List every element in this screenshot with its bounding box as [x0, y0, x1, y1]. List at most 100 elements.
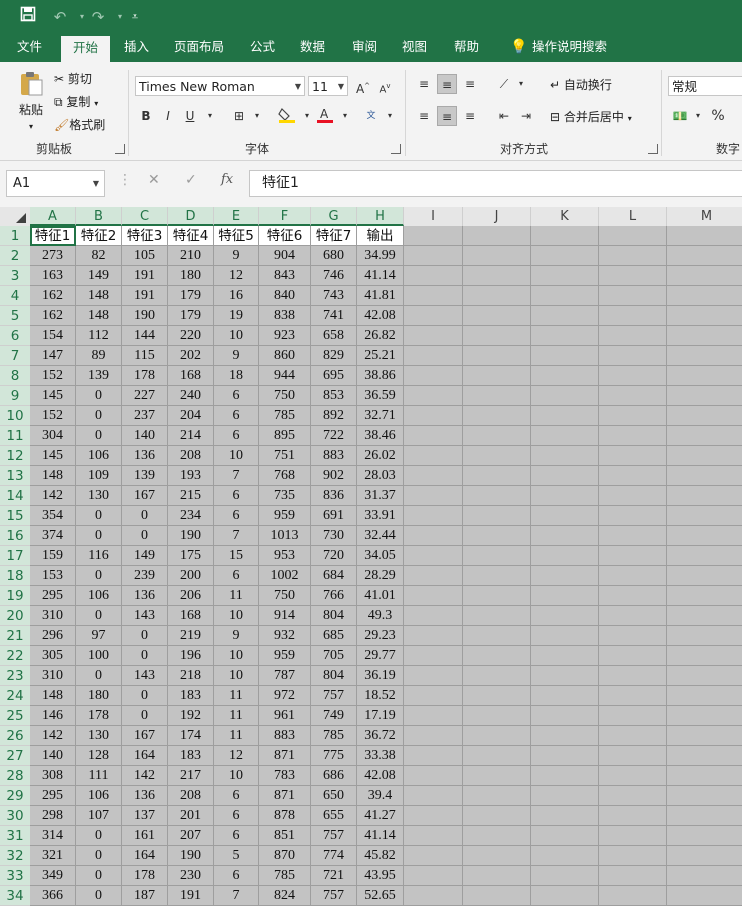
data-cell[interactable]: 296: [30, 626, 76, 646]
align-top-icon[interactable]: ≡: [414, 74, 434, 94]
tab-help[interactable]: 帮助: [454, 34, 479, 62]
data-cell[interactable]: 45.82: [357, 846, 404, 866]
data-cell[interactable]: 239: [122, 566, 168, 586]
save-icon[interactable]: [16, 6, 40, 28]
phonetic-dropdown-icon[interactable]: ▾: [380, 106, 400, 126]
data-cell[interactable]: 26.82: [357, 326, 404, 346]
merge-center-button[interactable]: ⊟ 合并后居中 ▾: [550, 108, 632, 125]
name-box[interactable]: A1 ▼: [6, 170, 105, 197]
data-cell[interactable]: 295: [30, 786, 76, 806]
data-cell[interactable]: 0: [76, 666, 122, 686]
data-cell[interactable]: 180: [76, 686, 122, 706]
data-cell[interactable]: 7: [214, 526, 259, 546]
data-cell[interactable]: 208: [168, 446, 214, 466]
data-cell[interactable]: 214: [168, 426, 214, 446]
data-cell[interactable]: 11: [214, 726, 259, 746]
data-cell[interactable]: 0: [76, 826, 122, 846]
row-header-32[interactable]: 32: [0, 846, 30, 866]
data-cell[interactable]: 196: [168, 646, 214, 666]
data-cell[interactable]: 106: [76, 446, 122, 466]
data-cell[interactable]: 757: [311, 886, 357, 906]
data-cell[interactable]: 691: [311, 506, 357, 526]
italic-button[interactable]: I: [158, 106, 178, 126]
row-header-30[interactable]: 30: [0, 806, 30, 826]
data-cell[interactable]: 178: [122, 366, 168, 386]
data-cell[interactable]: 162: [30, 306, 76, 326]
data-cell[interactable]: 735: [259, 486, 311, 506]
row-header-3[interactable]: 3: [0, 266, 30, 286]
data-cell[interactable]: 217: [168, 766, 214, 786]
orientation-dropdown-icon[interactable]: ▾: [511, 74, 531, 94]
data-cell[interactable]: 959: [259, 506, 311, 526]
data-cell[interactable]: 201: [168, 806, 214, 826]
tell-me-search[interactable]: 💡 操作说明搜索: [508, 34, 607, 62]
data-cell[interactable]: 148: [30, 466, 76, 486]
select-all-corner[interactable]: [0, 207, 30, 226]
data-cell[interactable]: 0: [76, 846, 122, 866]
data-cell[interactable]: 785: [259, 406, 311, 426]
tab-file[interactable]: 文件: [17, 34, 42, 62]
row-header-12[interactable]: 12: [0, 446, 30, 466]
row-header-13[interactable]: 13: [0, 466, 30, 486]
data-cell[interactable]: 34.05: [357, 546, 404, 566]
data-cell[interactable]: 41.14: [357, 826, 404, 846]
data-cell[interactable]: 308: [30, 766, 76, 786]
data-cell[interactable]: 0: [122, 506, 168, 526]
data-cell[interactable]: 164: [122, 746, 168, 766]
font-launcher-icon[interactable]: .: [391, 144, 401, 154]
data-cell[interactable]: 210: [168, 246, 214, 266]
data-cell[interactable]: 9: [214, 626, 259, 646]
phonetic-guide-icon[interactable]: 文: [361, 106, 381, 126]
data-cell[interactable]: 16: [214, 286, 259, 306]
row-header-17[interactable]: 17: [0, 546, 30, 566]
data-cell[interactable]: 871: [259, 746, 311, 766]
data-cell[interactable]: 111: [76, 766, 122, 786]
data-cell[interactable]: 220: [168, 326, 214, 346]
column-header-l[interactable]: L: [599, 207, 667, 226]
data-cell[interactable]: 11: [214, 586, 259, 606]
row-header-27[interactable]: 27: [0, 746, 30, 766]
data-cell[interactable]: 207: [168, 826, 214, 846]
data-cell[interactable]: 146: [30, 706, 76, 726]
data-cell[interactable]: 658: [311, 326, 357, 346]
data-cell[interactable]: 851: [259, 826, 311, 846]
data-cell[interactable]: 164: [122, 846, 168, 866]
data-cell[interactable]: 0: [122, 646, 168, 666]
data-cell[interactable]: 142: [30, 726, 76, 746]
data-cell[interactable]: 168: [168, 366, 214, 386]
data-cell[interactable]: 219: [168, 626, 214, 646]
data-cell[interactable]: 41.01: [357, 586, 404, 606]
data-cell[interactable]: 49.3: [357, 606, 404, 626]
data-cell[interactable]: 321: [30, 846, 76, 866]
data-cell[interactable]: 89: [76, 346, 122, 366]
data-cell[interactable]: 240: [168, 386, 214, 406]
data-cell[interactable]: 42.08: [357, 306, 404, 326]
data-cell[interactable]: 5: [214, 846, 259, 866]
data-cell[interactable]: 215: [168, 486, 214, 506]
data-cell[interactable]: 190: [168, 526, 214, 546]
data-cell[interactable]: 178: [76, 706, 122, 726]
data-cell[interactable]: 0: [122, 526, 168, 546]
data-cell[interactable]: 206: [168, 586, 214, 606]
data-cell[interactable]: 751: [259, 446, 311, 466]
insert-function-icon[interactable]: fx: [221, 172, 233, 187]
number-format-combo[interactable]: 常规: [668, 76, 742, 96]
undo-icon[interactable]: ↶: [48, 6, 72, 28]
data-cell[interactable]: 914: [259, 606, 311, 626]
header-cell[interactable]: 特征5: [214, 226, 259, 246]
accounting-format-icon[interactable]: 💵: [670, 106, 690, 126]
align-center-icon[interactable]: ≡: [437, 106, 457, 126]
data-cell[interactable]: 178: [122, 866, 168, 886]
data-cell[interactable]: 721: [311, 866, 357, 886]
redo-icon[interactable]: ↷: [86, 6, 110, 28]
accounting-dropdown-icon[interactable]: ▾: [688, 106, 708, 126]
data-cell[interactable]: 961: [259, 706, 311, 726]
data-cell[interactable]: 0: [122, 706, 168, 726]
data-cell[interactable]: 193: [168, 466, 214, 486]
data-cell[interactable]: 7: [214, 886, 259, 906]
data-cell[interactable]: 19: [214, 306, 259, 326]
data-cell[interactable]: 775: [311, 746, 357, 766]
row-header-29[interactable]: 29: [0, 786, 30, 806]
row-header-1[interactable]: 1: [0, 226, 30, 246]
row-header-26[interactable]: 26: [0, 726, 30, 746]
